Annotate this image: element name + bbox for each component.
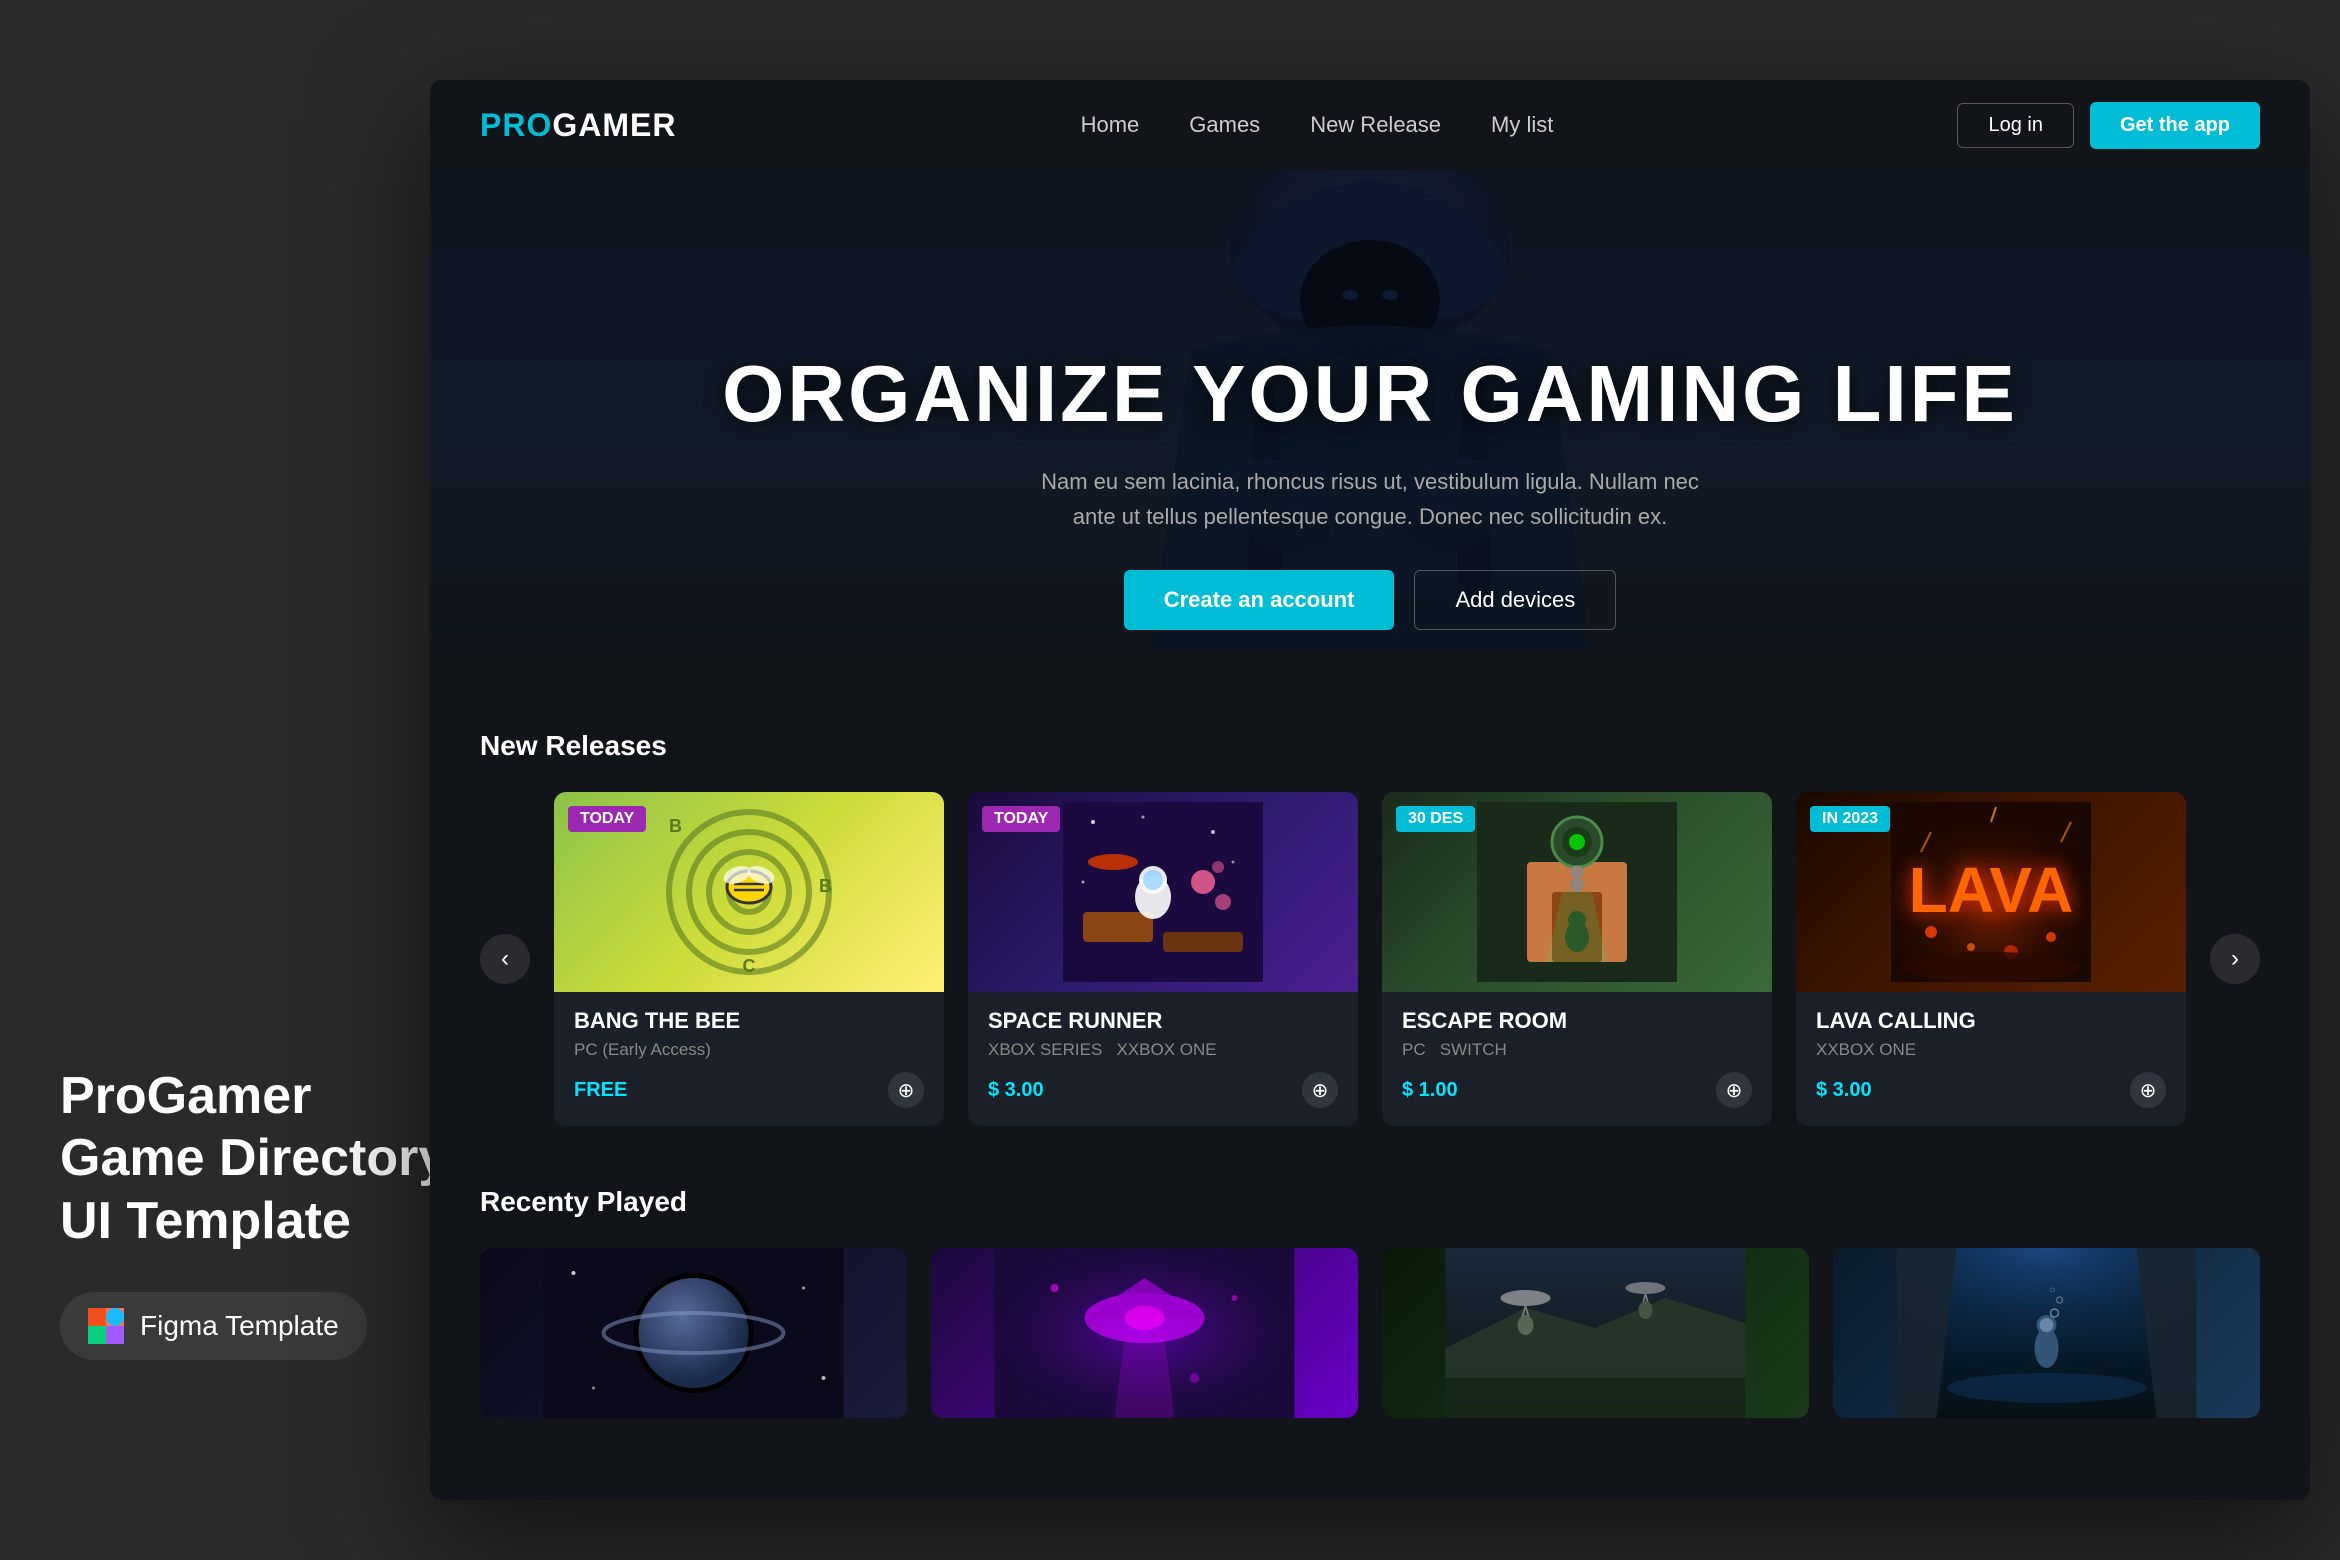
- recent-card-4[interactable]: [1833, 1248, 2260, 1418]
- game-card-bang-the-bee[interactable]: B B C TODAY BANG THE BEE PC (Early Acces…: [554, 792, 944, 1126]
- add-game-button-1[interactable]: ⊕: [888, 1072, 924, 1108]
- game-platform-4: XXBOX ONE: [1816, 1040, 2166, 1060]
- svg-text:LAVA: LAVA: [1909, 854, 2074, 926]
- game-price-1: FREE: [574, 1079, 627, 1102]
- figma-badge-label: Figma Template: [140, 1310, 339, 1342]
- new-releases-title: New Releases: [480, 730, 2260, 762]
- svg-text:B: B: [819, 876, 832, 896]
- game-footer-3: $ 1.00 ⊕: [1402, 1072, 1752, 1108]
- game-card-space-runner[interactable]: TODAY SPACE RUNNER XBOX SERIES XXBOX ONE…: [968, 792, 1358, 1126]
- game-badge-4: IN 2023: [1810, 806, 1890, 832]
- game-platform-1: PC (Early Access): [574, 1040, 924, 1060]
- svg-text:C: C: [743, 956, 756, 976]
- nav-item-newrelease[interactable]: New Release: [1310, 112, 1441, 138]
- game-card-info-1: BANG THE BEE PC (Early Access) FREE ⊕: [554, 992, 944, 1126]
- recently-played-title: Recenty Played: [480, 1186, 2260, 1218]
- games-row: ‹: [480, 792, 2260, 1126]
- create-account-button[interactable]: Create an account: [1124, 570, 1395, 630]
- hero-buttons: Create an account Add devices: [722, 570, 2018, 630]
- game-badge-1: TODAY: [568, 806, 646, 832]
- new-releases-section: New Releases ‹: [430, 690, 2310, 1156]
- left-panel: ProGamer Game Directory UI Template Figm…: [60, 1065, 447, 1360]
- game-price-2: $ 3.00: [988, 1079, 1044, 1102]
- game-price-3: $ 1.00: [1402, 1079, 1458, 1102]
- add-devices-button[interactable]: Add devices: [1414, 570, 1616, 630]
- carousel-prev-button[interactable]: ‹: [480, 934, 530, 984]
- game-price-4: $ 3.00: [1816, 1079, 1872, 1102]
- figma-badge: Figma Template: [60, 1292, 367, 1360]
- nav-link-home[interactable]: Home: [1081, 112, 1140, 137]
- game-platform-3: PC SWITCH: [1402, 1040, 1752, 1060]
- recently-played-row: [480, 1248, 2260, 1418]
- game-footer-4: $ 3.00 ⊕: [1816, 1072, 2166, 1108]
- add-game-button-3[interactable]: ⊕: [1716, 1072, 1752, 1108]
- game-card-info-4: LAVA CALLING XXBOX ONE $ 3.00 ⊕: [1796, 992, 2186, 1126]
- navbar: PROGAMER Home Games New Release My list …: [430, 80, 2310, 170]
- game-card-image-2: TODAY: [968, 792, 1358, 992]
- nav-item-games[interactable]: Games: [1189, 112, 1260, 138]
- nav-item-mylist[interactable]: My list: [1491, 112, 1553, 138]
- recent-card-3[interactable]: [1382, 1248, 1809, 1418]
- left-panel-title: ProGamer Game Directory UI Template: [60, 1065, 447, 1252]
- nav-buttons: Log in Get the app: [1957, 102, 2260, 149]
- game-card-escape-room[interactable]: 30 DES ESCAPE ROOM PC SWITCH $ 1.00 ⊕: [1382, 792, 1772, 1126]
- hero-section: ORGANIZE YOUR GAMING LIFE Nam eu sem lac…: [430, 170, 2310, 690]
- recently-played-section: Recenty Played: [430, 1156, 2310, 1448]
- game-name-4: LAVA CALLING: [1816, 1008, 2166, 1034]
- hero-subtitle: Nam eu sem lacinia, rhoncus risus ut, ve…: [1020, 464, 1720, 534]
- nav-link-games[interactable]: Games: [1189, 112, 1260, 137]
- logo-gamer: GAMER: [552, 107, 676, 144]
- carousel-next-button[interactable]: ›: [2210, 934, 2260, 984]
- nav-links: Home Games New Release My list: [1081, 112, 1554, 138]
- hero-title: ORGANIZE YOUR GAMING LIFE: [722, 348, 2018, 440]
- game-badge-2: TODAY: [982, 806, 1060, 832]
- recent-card-2[interactable]: [931, 1248, 1358, 1418]
- game-footer-2: $ 3.00 ⊕: [988, 1072, 1338, 1108]
- logo: PROGAMER: [480, 107, 676, 144]
- hero-content: ORGANIZE YOUR GAMING LIFE Nam eu sem lac…: [722, 348, 2018, 630]
- recent-card-1[interactable]: [480, 1248, 907, 1418]
- game-card-info-3: ESCAPE ROOM PC SWITCH $ 1.00 ⊕: [1382, 992, 1772, 1126]
- games-container: B B C TODAY BANG THE BEE PC (Early Acces…: [554, 792, 2186, 1126]
- game-card-lava-calling[interactable]: LAVA: [1796, 792, 2186, 1126]
- game-platform-2: XBOX SERIES XXBOX ONE: [988, 1040, 1338, 1060]
- login-button[interactable]: Log in: [1957, 103, 2074, 148]
- game-name-3: ESCAPE ROOM: [1402, 1008, 1752, 1034]
- game-name-2: SPACE RUNNER: [988, 1008, 1338, 1034]
- game-footer-1: FREE ⊕: [574, 1072, 924, 1108]
- getapp-button[interactable]: Get the app: [2090, 102, 2260, 149]
- game-name-1: BANG THE BEE: [574, 1008, 924, 1034]
- nav-item-home[interactable]: Home: [1081, 112, 1140, 138]
- nav-link-newrelease[interactable]: New Release: [1310, 112, 1441, 137]
- game-card-info-2: SPACE RUNNER XBOX SERIES XXBOX ONE $ 3.0…: [968, 992, 1358, 1126]
- add-game-button-2[interactable]: ⊕: [1302, 1072, 1338, 1108]
- game-badge-3: 30 DES: [1396, 806, 1475, 832]
- nav-link-mylist[interactable]: My list: [1491, 112, 1553, 137]
- svg-text:B: B: [669, 816, 682, 836]
- game-card-image-1: B B C TODAY: [554, 792, 944, 992]
- logo-pro: PRO: [480, 107, 552, 144]
- game-card-image-3: 30 DES: [1382, 792, 1772, 992]
- add-game-button-4[interactable]: ⊕: [2130, 1072, 2166, 1108]
- figma-icon: [88, 1308, 124, 1344]
- browser-window: PROGAMER Home Games New Release My list …: [430, 80, 2310, 1500]
- game-card-image-4: LAVA: [1796, 792, 2186, 992]
